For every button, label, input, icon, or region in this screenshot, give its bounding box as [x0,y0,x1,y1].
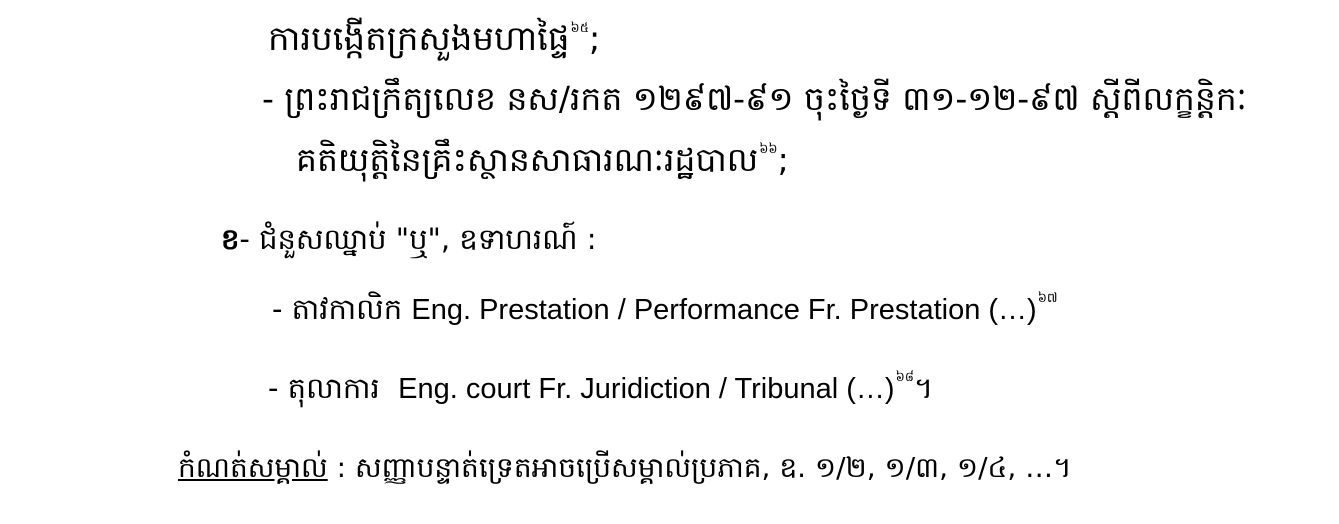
note-text: : សញ្ញាបន្ទាត់ទ្រេតអាចប្រើសម្គាល់ប្រភាគ,… [327,451,1072,484]
note-line: កំណត់សម្គាល់ : សញ្ញាបន្ទាត់ទ្រេតអាចប្រើស… [178,454,1072,482]
example-line-court: - តុលាការ Eng. court Fr. Juridiction / T… [268,371,934,405]
line-text: - ព្រះរាជក្រឹត្យលេខ នស/រកត ១២៩៧-៩១ ចុះថ្… [262,79,1247,118]
note-label: កំណត់សម្គាល់ [178,451,328,484]
footnote-marker[interactable]: ៦៦ [759,142,777,157]
line-text: គតិយុត្តិនៃគ្រឹះស្ថានសាធារណៈរដ្ឋបាល [296,140,759,179]
section-heading-replace-or: ខ- ជំនួសឈ្នាប់ "ឬ", ឧទាហរណ៍ : [221,225,597,254]
khmer-term: - តុលាការ [268,371,380,405]
footnote-marker[interactable]: ៦៥ [570,21,588,36]
foreign-equivalents: Eng. court Fr. Juridiction / Tribunal (…… [398,373,895,405]
line-trailing-punct: ; [588,19,601,59]
line-trailing-punct: ; [777,140,789,179]
footnote-marker[interactable]: ៦៧ [1038,291,1058,306]
bullet-line-royal-decree: - ព្រះរាជក្រឹត្យលេខ នស/រកត ១២៩៧-៩១ ចុះថ្… [262,82,1247,115]
section-heading-text: - ជំនួសឈ្នាប់ "ឬ", ឧទាហរណ៍ : [239,222,597,256]
bullet-line-statute-continuation: គតិយុត្តិនៃគ្រឹះស្ថានសាធារណៈរដ្ឋបាល៦៦; [296,143,789,176]
line-trailing-punct: ។ [914,371,934,405]
footnote-marker[interactable]: ៦៨ [896,370,914,385]
example-line-prestation: - តាវកាលិក Eng. Prestation / Performance… [272,292,1058,326]
bullet-line-ministry-creation: ការបង្កើតក្រសួងមហាផ្ទៃ៦៥; [268,22,600,56]
foreign-equivalents: Eng. Prestation / Performance Fr. Presta… [411,294,1037,326]
line-text: ការបង្កើតក្រសួងមហាផ្ទៃ [268,19,570,59]
section-number: ខ [221,222,240,256]
khmer-term: - តាវកាលិក [272,292,403,326]
